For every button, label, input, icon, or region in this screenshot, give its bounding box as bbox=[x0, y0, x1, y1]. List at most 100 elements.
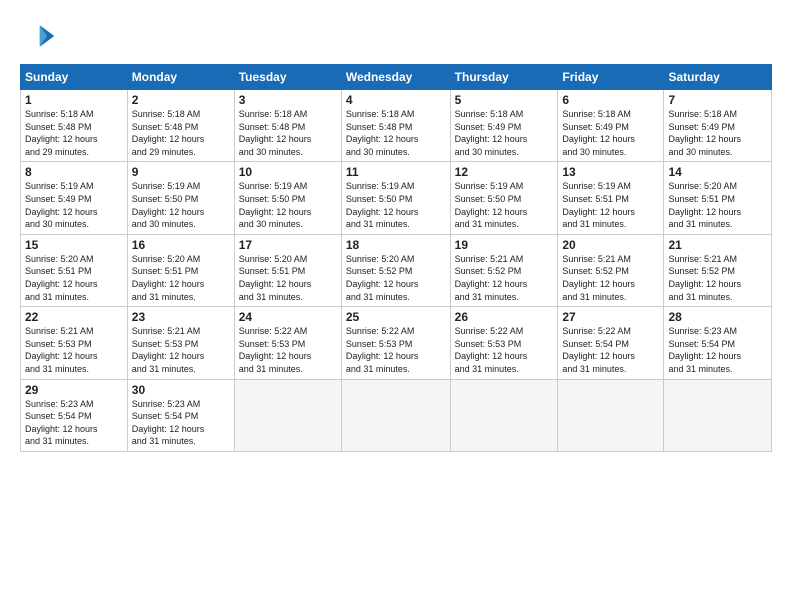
calendar-cell: 28Sunrise: 5:23 AM Sunset: 5:54 PM Dayli… bbox=[664, 307, 772, 379]
calendar-cell: 6Sunrise: 5:18 AM Sunset: 5:49 PM Daylig… bbox=[558, 90, 664, 162]
day-info: Sunrise: 5:22 AM Sunset: 5:54 PM Dayligh… bbox=[562, 325, 659, 375]
calendar-cell bbox=[341, 379, 450, 451]
calendar-week-2: 8Sunrise: 5:19 AM Sunset: 5:49 PM Daylig… bbox=[21, 162, 772, 234]
day-number: 5 bbox=[455, 93, 554, 107]
day-number: 30 bbox=[132, 383, 230, 397]
day-number: 1 bbox=[25, 93, 123, 107]
day-number: 20 bbox=[562, 238, 659, 252]
calendar-cell: 26Sunrise: 5:22 AM Sunset: 5:53 PM Dayli… bbox=[450, 307, 558, 379]
day-info: Sunrise: 5:21 AM Sunset: 5:52 PM Dayligh… bbox=[668, 253, 767, 303]
day-info: Sunrise: 5:18 AM Sunset: 5:48 PM Dayligh… bbox=[25, 108, 123, 158]
day-number: 29 bbox=[25, 383, 123, 397]
day-info: Sunrise: 5:18 AM Sunset: 5:48 PM Dayligh… bbox=[132, 108, 230, 158]
day-number: 16 bbox=[132, 238, 230, 252]
day-number: 2 bbox=[132, 93, 230, 107]
calendar-cell bbox=[664, 379, 772, 451]
calendar-cell: 3Sunrise: 5:18 AM Sunset: 5:48 PM Daylig… bbox=[234, 90, 341, 162]
calendar-cell: 30Sunrise: 5:23 AM Sunset: 5:54 PM Dayli… bbox=[127, 379, 234, 451]
weekday-header-thursday: Thursday bbox=[450, 65, 558, 90]
day-number: 7 bbox=[668, 93, 767, 107]
day-info: Sunrise: 5:20 AM Sunset: 5:51 PM Dayligh… bbox=[668, 180, 767, 230]
day-number: 9 bbox=[132, 165, 230, 179]
day-info: Sunrise: 5:18 AM Sunset: 5:48 PM Dayligh… bbox=[346, 108, 446, 158]
day-info: Sunrise: 5:19 AM Sunset: 5:51 PM Dayligh… bbox=[562, 180, 659, 230]
day-number: 25 bbox=[346, 310, 446, 324]
page: SundayMondayTuesdayWednesdayThursdayFrid… bbox=[0, 0, 792, 612]
calendar-cell: 17Sunrise: 5:20 AM Sunset: 5:51 PM Dayli… bbox=[234, 234, 341, 306]
weekday-header-saturday: Saturday bbox=[664, 65, 772, 90]
day-number: 21 bbox=[668, 238, 767, 252]
weekday-header-row: SundayMondayTuesdayWednesdayThursdayFrid… bbox=[21, 65, 772, 90]
day-number: 27 bbox=[562, 310, 659, 324]
calendar-cell bbox=[558, 379, 664, 451]
calendar-cell: 4Sunrise: 5:18 AM Sunset: 5:48 PM Daylig… bbox=[341, 90, 450, 162]
calendar-cell: 16Sunrise: 5:20 AM Sunset: 5:51 PM Dayli… bbox=[127, 234, 234, 306]
day-number: 26 bbox=[455, 310, 554, 324]
calendar-cell: 27Sunrise: 5:22 AM Sunset: 5:54 PM Dayli… bbox=[558, 307, 664, 379]
day-number: 3 bbox=[239, 93, 337, 107]
calendar-cell: 1Sunrise: 5:18 AM Sunset: 5:48 PM Daylig… bbox=[21, 90, 128, 162]
day-info: Sunrise: 5:23 AM Sunset: 5:54 PM Dayligh… bbox=[668, 325, 767, 375]
day-info: Sunrise: 5:19 AM Sunset: 5:50 PM Dayligh… bbox=[455, 180, 554, 230]
weekday-header-friday: Friday bbox=[558, 65, 664, 90]
day-number: 4 bbox=[346, 93, 446, 107]
calendar-cell: 24Sunrise: 5:22 AM Sunset: 5:53 PM Dayli… bbox=[234, 307, 341, 379]
weekday-header-monday: Monday bbox=[127, 65, 234, 90]
calendar-cell: 23Sunrise: 5:21 AM Sunset: 5:53 PM Dayli… bbox=[127, 307, 234, 379]
weekday-header-wednesday: Wednesday bbox=[341, 65, 450, 90]
calendar-cell: 15Sunrise: 5:20 AM Sunset: 5:51 PM Dayli… bbox=[21, 234, 128, 306]
calendar-cell bbox=[234, 379, 341, 451]
calendar-cell bbox=[450, 379, 558, 451]
day-info: Sunrise: 5:20 AM Sunset: 5:51 PM Dayligh… bbox=[132, 253, 230, 303]
day-info: Sunrise: 5:21 AM Sunset: 5:52 PM Dayligh… bbox=[562, 253, 659, 303]
calendar-cell: 14Sunrise: 5:20 AM Sunset: 5:51 PM Dayli… bbox=[664, 162, 772, 234]
weekday-header-tuesday: Tuesday bbox=[234, 65, 341, 90]
calendar-cell: 18Sunrise: 5:20 AM Sunset: 5:52 PM Dayli… bbox=[341, 234, 450, 306]
day-number: 18 bbox=[346, 238, 446, 252]
calendar-cell: 20Sunrise: 5:21 AM Sunset: 5:52 PM Dayli… bbox=[558, 234, 664, 306]
day-number: 19 bbox=[455, 238, 554, 252]
day-number: 17 bbox=[239, 238, 337, 252]
day-info: Sunrise: 5:22 AM Sunset: 5:53 PM Dayligh… bbox=[239, 325, 337, 375]
day-info: Sunrise: 5:20 AM Sunset: 5:51 PM Dayligh… bbox=[239, 253, 337, 303]
day-info: Sunrise: 5:19 AM Sunset: 5:49 PM Dayligh… bbox=[25, 180, 123, 230]
day-info: Sunrise: 5:19 AM Sunset: 5:50 PM Dayligh… bbox=[239, 180, 337, 230]
day-number: 23 bbox=[132, 310, 230, 324]
calendar-week-1: 1Sunrise: 5:18 AM Sunset: 5:48 PM Daylig… bbox=[21, 90, 772, 162]
day-number: 15 bbox=[25, 238, 123, 252]
day-info: Sunrise: 5:18 AM Sunset: 5:49 PM Dayligh… bbox=[668, 108, 767, 158]
day-number: 8 bbox=[25, 165, 123, 179]
calendar-cell: 21Sunrise: 5:21 AM Sunset: 5:52 PM Dayli… bbox=[664, 234, 772, 306]
calendar: SundayMondayTuesdayWednesdayThursdayFrid… bbox=[20, 64, 772, 452]
calendar-week-4: 22Sunrise: 5:21 AM Sunset: 5:53 PM Dayli… bbox=[21, 307, 772, 379]
day-info: Sunrise: 5:21 AM Sunset: 5:53 PM Dayligh… bbox=[132, 325, 230, 375]
day-info: Sunrise: 5:22 AM Sunset: 5:53 PM Dayligh… bbox=[346, 325, 446, 375]
logo-icon bbox=[20, 18, 56, 54]
calendar-cell: 2Sunrise: 5:18 AM Sunset: 5:48 PM Daylig… bbox=[127, 90, 234, 162]
calendar-cell: 19Sunrise: 5:21 AM Sunset: 5:52 PM Dayli… bbox=[450, 234, 558, 306]
day-info: Sunrise: 5:18 AM Sunset: 5:49 PM Dayligh… bbox=[562, 108, 659, 158]
calendar-cell: 5Sunrise: 5:18 AM Sunset: 5:49 PM Daylig… bbox=[450, 90, 558, 162]
day-number: 12 bbox=[455, 165, 554, 179]
calendar-cell: 13Sunrise: 5:19 AM Sunset: 5:51 PM Dayli… bbox=[558, 162, 664, 234]
day-number: 24 bbox=[239, 310, 337, 324]
calendar-cell: 25Sunrise: 5:22 AM Sunset: 5:53 PM Dayli… bbox=[341, 307, 450, 379]
calendar-cell: 8Sunrise: 5:19 AM Sunset: 5:49 PM Daylig… bbox=[21, 162, 128, 234]
calendar-week-5: 29 Sunrise: 5:23 AM Sunset: 5:54 PM Dayli… bbox=[21, 379, 772, 451]
header bbox=[20, 18, 772, 54]
day-info: Sunrise: 5:18 AM Sunset: 5:49 PM Dayligh… bbox=[455, 108, 554, 158]
calendar-cell: 12Sunrise: 5:19 AM Sunset: 5:50 PM Dayli… bbox=[450, 162, 558, 234]
day-number: 11 bbox=[346, 165, 446, 179]
day-info: Sunrise: 5:21 AM Sunset: 5:52 PM Dayligh… bbox=[455, 253, 554, 303]
day-number: 6 bbox=[562, 93, 659, 107]
calendar-cell: 9Sunrise: 5:19 AM Sunset: 5:50 PM Daylig… bbox=[127, 162, 234, 234]
day-number: 13 bbox=[562, 165, 659, 179]
day-info: Sunrise: 5:20 AM Sunset: 5:52 PM Dayligh… bbox=[346, 253, 446, 303]
calendar-cell: 7Sunrise: 5:18 AM Sunset: 5:49 PM Daylig… bbox=[664, 90, 772, 162]
day-number: 14 bbox=[668, 165, 767, 179]
day-number: 28 bbox=[668, 310, 767, 324]
day-info: Sunrise: 5:22 AM Sunset: 5:53 PM Dayligh… bbox=[455, 325, 554, 375]
calendar-cell: 22Sunrise: 5:21 AM Sunset: 5:53 PM Dayli… bbox=[21, 307, 128, 379]
calendar-cell: 10Sunrise: 5:19 AM Sunset: 5:50 PM Dayli… bbox=[234, 162, 341, 234]
day-info: Sunrise: 5:23 AM Sunset: 5:54 PM Dayligh… bbox=[132, 398, 230, 448]
